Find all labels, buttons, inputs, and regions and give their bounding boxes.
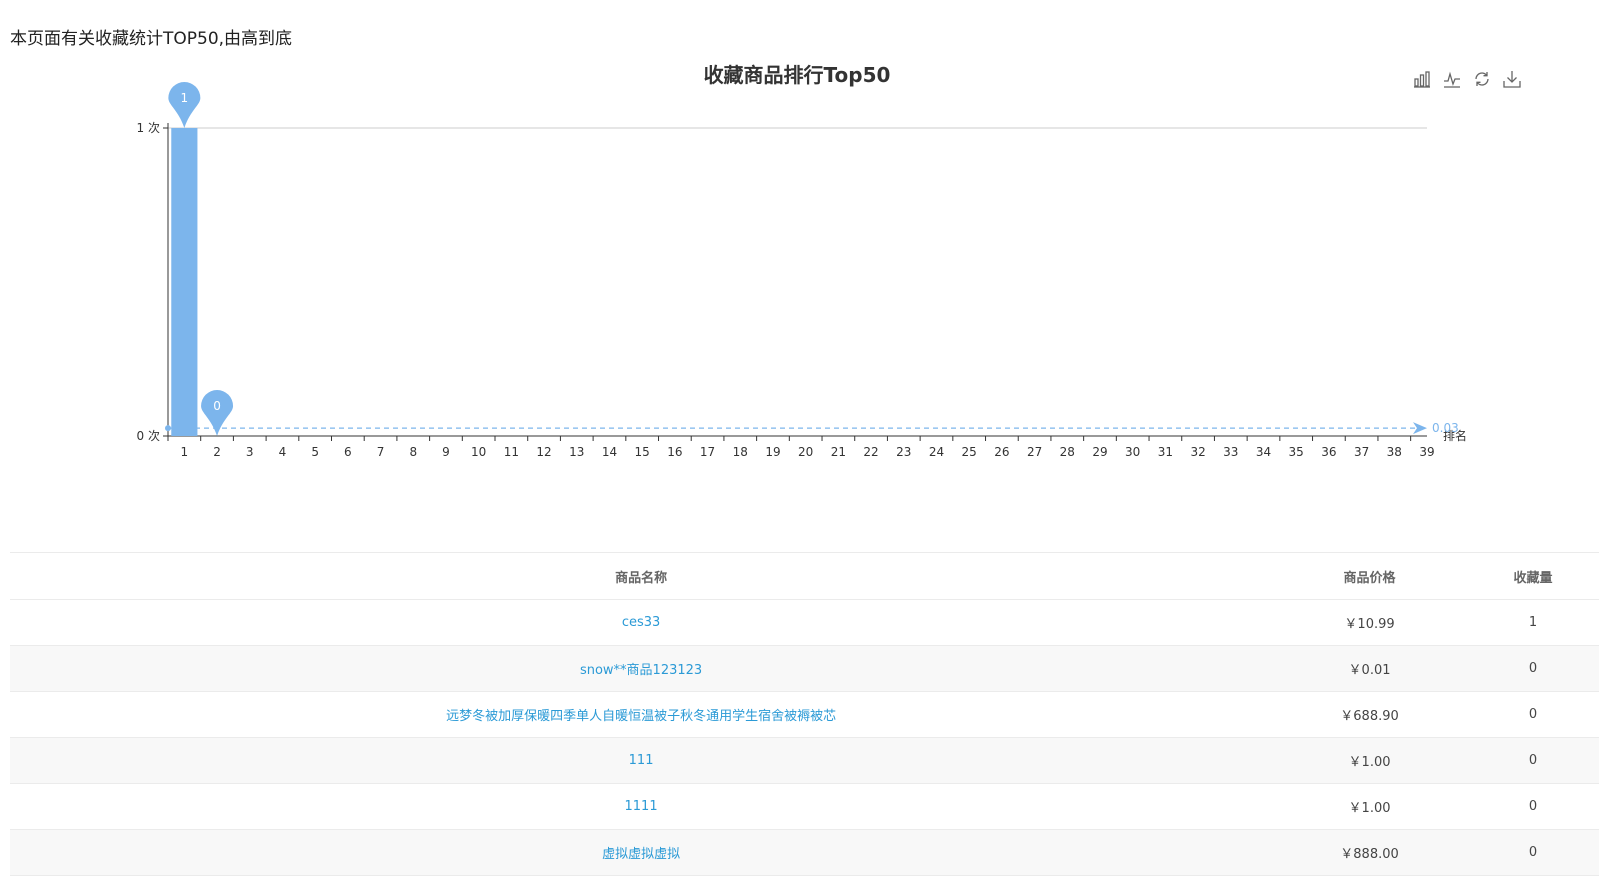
x-tick-label: 4 — [279, 445, 287, 459]
favorite-count: 1 — [1466, 599, 1599, 646]
x-tick-label: 22 — [863, 445, 878, 459]
product-link[interactable]: 1111 — [625, 799, 658, 814]
x-tick-label: 16 — [667, 445, 682, 459]
x-tick-label: 26 — [994, 445, 1009, 459]
x-tick-label: 17 — [700, 445, 715, 459]
x-tick-label: 27 — [1027, 445, 1042, 459]
x-tick-label: 35 — [1289, 445, 1304, 459]
x-tick-label: 20 — [798, 445, 813, 459]
table-header-row: 商品名称 商品价格 收藏量 — [10, 552, 1599, 600]
product-price: ￥688.90 — [1272, 691, 1467, 738]
favorite-count: 0 — [1466, 783, 1599, 830]
x-tick-label: 25 — [962, 445, 977, 459]
x-tick-label: 13 — [569, 445, 584, 459]
product-link[interactable]: ces33 — [622, 615, 660, 630]
y-tick-label: 1 次 — [137, 121, 160, 135]
x-tick-label: 10 — [471, 445, 486, 459]
refresh-icon[interactable] — [1473, 70, 1491, 88]
bar-chart-icon[interactable] — [1413, 70, 1431, 88]
x-tick-label: 30 — [1125, 445, 1140, 459]
min-marker-pin-label: 0 — [213, 399, 221, 413]
favorite-count: 0 — [1466, 737, 1599, 784]
table-row: ces33 ￥10.99 1 — [10, 599, 1599, 646]
chart-title: 收藏商品排行Top50 — [704, 63, 891, 87]
x-tick-label: 36 — [1321, 445, 1336, 459]
x-tick-label: 29 — [1092, 445, 1107, 459]
table-row: 1111 ￥1.00 0 — [10, 783, 1599, 830]
min-marker-pin — [201, 390, 234, 436]
favorite-count: 0 — [1466, 645, 1599, 692]
x-tick-label: 34 — [1256, 445, 1271, 459]
x-tick-label: 9 — [442, 445, 450, 459]
bar — [171, 128, 198, 436]
favorite-count: 0 — [1466, 829, 1599, 876]
y-tick-label: 0 次 — [137, 429, 160, 443]
column-header-price: 商品价格 — [1272, 552, 1467, 600]
product-link[interactable]: 远梦冬被加厚保暖四季单人自暖恒温被子秋冬通用学生宿舍被褥被芯 — [446, 709, 836, 724]
x-tick-label: 15 — [635, 445, 650, 459]
x-tick-label: 24 — [929, 445, 944, 459]
product-price: ￥0.01 — [1272, 645, 1467, 692]
product-link[interactable]: 虚拟虚拟虚拟 — [602, 847, 680, 862]
column-header-name: 商品名称 — [10, 552, 1273, 600]
x-tick-label: 12 — [536, 445, 551, 459]
x-tick-label: 2 — [213, 445, 221, 459]
x-tick-label: 33 — [1223, 445, 1238, 459]
line-chart-icon[interactable] — [1443, 70, 1461, 88]
x-tick-label: 11 — [504, 445, 519, 459]
product-price: ￥1.00 — [1272, 783, 1467, 830]
markline-label: 0.03 — [1432, 421, 1459, 435]
product-price: ￥1.00 — [1272, 737, 1467, 784]
favorites-table: 商品名称 商品价格 收藏量 ces33 ￥10.99 1 snow**商品123… — [10, 552, 1599, 876]
x-tick-label: 32 — [1190, 445, 1205, 459]
table-row: snow**商品123123 ￥0.01 0 — [10, 645, 1599, 692]
x-tick-label: 38 — [1387, 445, 1402, 459]
product-link[interactable]: snow**商品123123 — [580, 663, 702, 678]
x-tick-label: 23 — [896, 445, 911, 459]
x-tick-label: 18 — [733, 445, 748, 459]
page-intro-text: 本页面有关收藏统计TOP50,由高到底 — [10, 29, 293, 49]
x-tick-label: 28 — [1060, 445, 1075, 459]
favorite-count: 0 — [1466, 691, 1599, 738]
product-price: ￥888.00 — [1272, 829, 1467, 876]
x-tick-label: 1 — [181, 445, 189, 459]
table-row: 远梦冬被加厚保暖四季单人自暖恒温被子秋冬通用学生宿舍被褥被芯 ￥688.90 0 — [10, 691, 1599, 738]
x-tick-label: 39 — [1419, 445, 1434, 459]
x-tick-label: 14 — [602, 445, 617, 459]
max-marker-pin — [168, 82, 201, 128]
x-tick-label: 6 — [344, 445, 352, 459]
download-icon[interactable] — [1503, 70, 1521, 88]
markline-arrow — [1413, 422, 1427, 435]
table-row: 111 ￥1.00 0 — [10, 737, 1599, 784]
product-link[interactable]: 111 — [629, 753, 654, 768]
x-tick-label: 3 — [246, 445, 254, 459]
chart-container: 收藏商品排行Top50 0 次1 次 1 2 3 4 5 6 7 8 9 10 11 12 13 14 15 1… — [0, 56, 1599, 476]
table-row: 虚拟虚拟虚拟 ￥888.00 0 — [10, 829, 1599, 876]
chart-toolbox — [1413, 70, 1521, 88]
x-tick-label: 8 — [409, 445, 417, 459]
x-tick-label: 37 — [1354, 445, 1369, 459]
x-tick-label: 21 — [831, 445, 846, 459]
x-tick-label: 31 — [1158, 445, 1173, 459]
product-price: ￥10.99 — [1272, 599, 1467, 646]
x-tick-label: 5 — [311, 445, 319, 459]
max-marker-pin-label: 1 — [181, 91, 189, 105]
x-tick-label: 7 — [377, 445, 385, 459]
x-tick-label: 19 — [765, 445, 780, 459]
rank-bar-chart: 收藏商品排行Top50 0 次1 次1 2 3 4 5 6 7 8 9 10 11 12 13 14 15 1… — [137, 63, 1467, 459]
column-header-count: 收藏量 — [1466, 552, 1599, 600]
